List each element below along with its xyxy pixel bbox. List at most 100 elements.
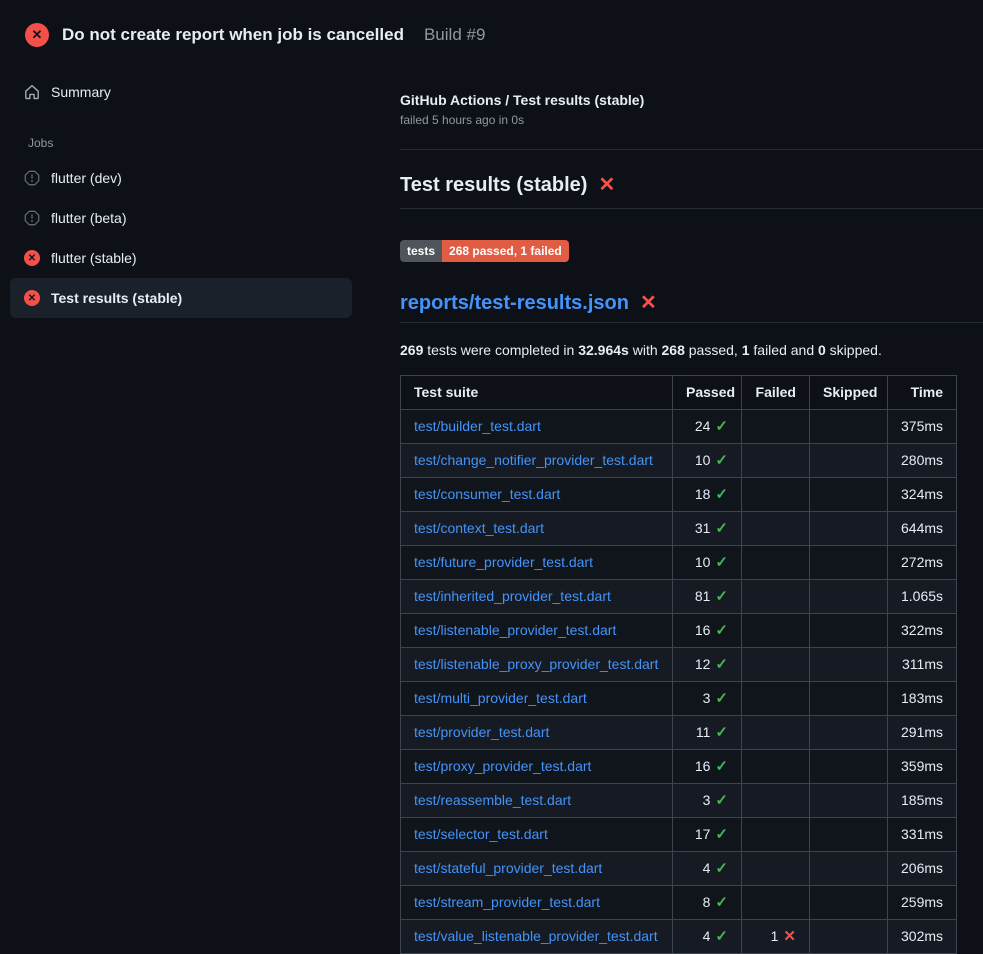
sidebar-job-item[interactable]: ✕ Test results (stable) [10, 278, 352, 318]
test-suite-cell: test/listenable_proxy_provider_test.dart [401, 647, 673, 681]
time-cell: 272ms [888, 545, 957, 579]
table-row: test/stateful_provider_test.dart 4 ✓ 206… [401, 851, 957, 885]
test-suite-link[interactable]: test/reassemble_test.dart [414, 792, 571, 808]
failed-cell [742, 681, 810, 715]
test-suite-link[interactable]: test/context_test.dart [414, 520, 544, 536]
time-cell: 375ms [888, 409, 957, 443]
test-suite-cell: test/context_test.dart [401, 511, 673, 545]
passed-cell: 3 ✓ [673, 783, 742, 817]
skipped-cell [810, 613, 888, 647]
test-suite-link[interactable]: test/builder_test.dart [414, 418, 541, 434]
stale-icon [24, 210, 40, 226]
test-suite-link[interactable]: test/selector_test.dart [414, 826, 548, 842]
passed-count: 10 [695, 553, 711, 572]
skipped-cell [810, 681, 888, 715]
sidebar-job-item[interactable]: flutter (dev) [10, 158, 352, 198]
red-x-icon: ✕ [640, 293, 657, 313]
test-suite-cell: test/stream_provider_test.dart [401, 885, 673, 919]
test-suite-link[interactable]: test/listenable_proxy_provider_test.dart [414, 656, 658, 672]
test-suite-link[interactable]: test/stream_provider_test.dart [414, 894, 600, 910]
passed-count: 18 [695, 485, 711, 504]
test-suite-cell: test/builder_test.dart [401, 409, 673, 443]
sidebar-item-summary[interactable]: Summary [10, 72, 352, 112]
time-cell: 302ms [888, 919, 957, 953]
skipped-cell [810, 715, 888, 749]
skipped-cell [810, 647, 888, 681]
section-title-row: Test results (stable) ✕ [400, 172, 983, 209]
test-suite-link[interactable]: test/listenable_provider_test.dart [414, 622, 616, 638]
passed-count: 4 [703, 859, 711, 878]
check-icon: ✓ [715, 621, 728, 640]
failed-count: 1 [771, 927, 779, 946]
test-suite-cell: test/value_listenable_provider_test.dart [401, 919, 673, 953]
check-icon: ✓ [715, 689, 728, 708]
check-icon: ✓ [715, 519, 728, 538]
results-table-body: test/builder_test.dart 24 ✓ 375ms test/c… [401, 409, 957, 953]
failed-cell [742, 545, 810, 579]
test-suite-link[interactable]: test/inherited_provider_test.dart [414, 588, 611, 604]
passed-cell: 16 ✓ [673, 749, 742, 783]
failed-cell [742, 817, 810, 851]
passed-cell: 12 ✓ [673, 647, 742, 681]
passed-count: 4 [703, 927, 711, 946]
passed-cell: 10 ✓ [673, 545, 742, 579]
check-icon: ✓ [715, 791, 728, 810]
check-icon: ✓ [715, 859, 728, 878]
check-icon: ✓ [715, 451, 728, 470]
check-icon: ✓ [715, 927, 728, 946]
test-suite-link[interactable]: test/future_provider_test.dart [414, 554, 593, 570]
time-cell: 185ms [888, 783, 957, 817]
skipped-cell [810, 749, 888, 783]
test-suite-cell: test/reassemble_test.dart [401, 783, 673, 817]
build-number: Build #9 [424, 25, 485, 45]
passed-cell: 81 ✓ [673, 579, 742, 613]
table-row: test/stream_provider_test.dart 8 ✓ 259ms [401, 885, 957, 919]
page-title: Do not create report when job is cancell… [62, 25, 404, 45]
passed-count: 8 [703, 893, 711, 912]
table-header-row: Test suite Passed Failed Skipped Time [401, 375, 957, 409]
time-cell: 322ms [888, 613, 957, 647]
column-header-time: Time [888, 375, 957, 409]
test-suite-link[interactable]: test/multi_provider_test.dart [414, 690, 587, 706]
failed-cell [742, 477, 810, 511]
test-suite-link[interactable]: test/stateful_provider_test.dart [414, 860, 602, 876]
time-cell: 259ms [888, 885, 957, 919]
test-suite-cell: test/future_provider_test.dart [401, 545, 673, 579]
passed-cell: 8 ✓ [673, 885, 742, 919]
skipped-cell [810, 919, 888, 953]
test-suite-link[interactable]: test/consumer_test.dart [414, 486, 560, 502]
test-suite-link[interactable]: test/proxy_provider_test.dart [414, 758, 591, 774]
check-icon: ✓ [715, 485, 728, 504]
report-file-link[interactable]: reports/test-results.json [400, 290, 629, 316]
test-suite-cell: test/listenable_provider_test.dart [401, 613, 673, 647]
table-row: test/selector_test.dart 17 ✓ 331ms [401, 817, 957, 851]
passed-count: 24 [695, 417, 711, 436]
test-suite-link[interactable]: test/change_notifier_provider_test.dart [414, 452, 653, 468]
time-cell: 280ms [888, 443, 957, 477]
summary-line: 269 tests were completed in 32.964s with… [400, 342, 983, 358]
check-icon: ✓ [715, 553, 728, 572]
sidebar-job-item[interactable]: flutter (beta) [10, 198, 352, 238]
test-suite-cell: test/inherited_provider_test.dart [401, 579, 673, 613]
test-suite-link[interactable]: test/value_listenable_provider_test.dart [414, 928, 658, 944]
time-cell: 183ms [888, 681, 957, 715]
passed-count: 31 [695, 519, 711, 538]
skipped-cell [810, 783, 888, 817]
test-suite-link[interactable]: test/provider_test.dart [414, 724, 549, 740]
table-row: test/builder_test.dart 24 ✓ 375ms [401, 409, 957, 443]
sidebar-job-item[interactable]: ✕ flutter (stable) [10, 238, 352, 278]
failed-cell [742, 783, 810, 817]
breadcrumb: GitHub Actions / Test results (stable) [400, 92, 983, 108]
passed-cell: 16 ✓ [673, 613, 742, 647]
check-icon: ✓ [715, 723, 728, 742]
passed-count: 16 [695, 757, 711, 776]
failed-cell [742, 885, 810, 919]
stale-icon [24, 170, 40, 186]
column-header-test-suite: Test suite [401, 375, 673, 409]
column-header-passed: Passed [673, 375, 742, 409]
table-row: test/consumer_test.dart 18 ✓ 324ms [401, 477, 957, 511]
failed-cell [742, 613, 810, 647]
divider [400, 149, 983, 150]
skipped-cell [810, 409, 888, 443]
failed-cell: 1 ✕ [742, 919, 810, 953]
